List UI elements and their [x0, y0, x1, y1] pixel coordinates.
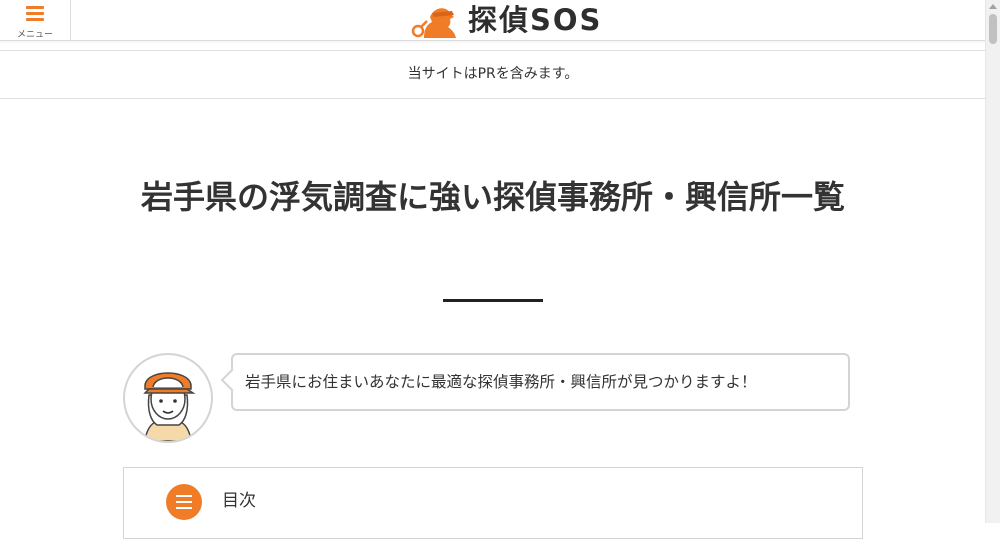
detective-silhouette-icon: [411, 8, 456, 38]
scrollbar-thumb[interactable]: [989, 14, 997, 44]
speech-bubble: 岩手県にお住まいあなたに最適な探偵事務所・興信所が見つかりますよ！: [220, 353, 850, 411]
menu-label: メニュー: [16, 30, 53, 40]
scrollbar[interactable]: [985, 0, 1000, 523]
table-of-contents[interactable]: 目次: [123, 467, 863, 539]
site-logo[interactable]: 探偵SOS: [410, 0, 650, 40]
title-divider: [443, 299, 543, 302]
site-header: メニュー 探偵SOS: [0, 0, 986, 41]
speech-text: 岩手県にお住まいあなたに最適な探偵事務所・興信所が見つかりますよ！: [245, 373, 757, 391]
logo-text: 探偵SOS: [468, 3, 603, 37]
scroll-up-arrow-icon[interactable]: [989, 4, 997, 9]
pr-notice: 当サイトはPRを含みます。: [0, 50, 986, 99]
menu-button[interactable]: メニュー: [0, 0, 71, 40]
detective-girl-avatar: [123, 353, 213, 443]
avatar-illustration: [143, 372, 196, 441]
page-title: 岩手県の浮気調査に強い探偵事務所・興信所一覧: [140, 178, 845, 216]
list-icon: [166, 484, 202, 520]
bubble-tail: [220, 368, 244, 392]
hamburger-menu-icon: [26, 6, 44, 21]
toc-label: 目次: [222, 491, 256, 511]
